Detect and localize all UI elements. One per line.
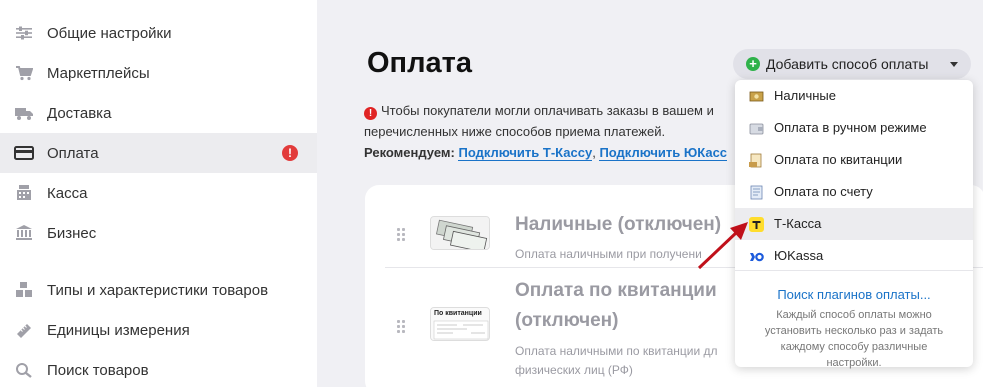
sidebar: Общие настройки Маркетплейсы Доставка Оп… — [0, 0, 317, 387]
recommend-separator: , — [592, 145, 596, 160]
payment-title: Наличные (отключен) — [515, 214, 722, 235]
recommend-label: Рекомендуем: — [364, 145, 455, 160]
dropdown-item-t-kassa[interactable]: Т-Касса — [735, 208, 973, 240]
dropdown-item-cash[interactable]: Наличные — [735, 80, 973, 112]
page-title: Оплата — [367, 47, 472, 79]
sliders-icon — [14, 24, 34, 42]
yookassa-icon — [749, 249, 764, 264]
sidebar-item-label: Поиск товаров — [47, 361, 149, 379]
dropdown-item-label: Оплата по квитанции — [774, 152, 903, 167]
dropdown-item-label: Оплата в ручном режиме — [774, 120, 927, 135]
sidebar-item-label: Типы и характеристики товаров — [47, 281, 269, 299]
dropdown-item-yookassa[interactable]: ЮKassa — [735, 240, 973, 272]
info-text: Чтобы покупатели могли оплачивать заказы… — [381, 103, 714, 118]
invoice-icon — [749, 185, 764, 200]
ruler-icon — [14, 321, 34, 339]
payment-method-dropdown: Наличные Оплата в ручном режиме Оплата п… — [735, 80, 973, 369]
cash-icon — [749, 89, 764, 104]
plus-icon: + — [746, 57, 760, 71]
dropdown-item-label: Наличные — [774, 88, 836, 103]
receipt-thumbnail: По квитанции — [430, 307, 490, 341]
info-notice: ! Чтобы покупатели могли оплачивать заказ… — [364, 100, 764, 163]
dropdown-note: Каждый способ оплаты можно установить не… — [764, 309, 944, 369]
cubes-icon — [14, 281, 34, 299]
receipt-icon — [749, 153, 764, 168]
dropdown-divider — [735, 270, 973, 271]
sidebar-item-label: Оплата — [47, 144, 99, 162]
dropdown-item-receipt[interactable]: Оплата по квитанции — [735, 144, 973, 176]
plugin-search-link[interactable]: Поиск плагинов оплаты... — [735, 287, 973, 302]
chevron-down-icon — [950, 62, 958, 67]
sidebar-item-label: Маркетплейсы — [47, 64, 150, 82]
credit-card-icon — [14, 144, 34, 162]
drag-handle-icon[interactable] — [397, 320, 407, 334]
sidebar-item-product-search[interactable]: Поиск товаров — [0, 350, 317, 387]
payment-description-line2: физических лиц (РФ) — [515, 363, 633, 377]
connect-yookassa-link[interactable]: Подключить ЮКасс — [599, 145, 728, 161]
sidebar-item-product-types[interactable]: Типы и характеристики товаров — [0, 270, 317, 310]
truck-icon — [14, 104, 34, 122]
payment-title-line1: Оплата по квитанции — [515, 280, 717, 301]
sidebar-item-label: Единицы измерения — [47, 321, 190, 339]
dropdown-item-label: Т-Касса — [774, 216, 822, 231]
add-payment-method-label: Добавить способ оплаты — [766, 56, 929, 72]
sidebar-item-general-settings[interactable]: Общие настройки — [0, 13, 317, 53]
add-payment-method-button[interactable]: + Добавить способ оплаты — [733, 49, 971, 79]
bank-icon — [14, 224, 34, 242]
info-text-2: перечисленных ниже способов приема плате… — [364, 124, 666, 139]
sidebar-item-label: Общие настройки — [47, 24, 172, 42]
receipt-thumb-label: По квитанции — [434, 310, 482, 317]
alert-badge: ! — [282, 145, 298, 161]
sidebar-item-units[interactable]: Единицы измерения — [0, 310, 317, 350]
cash-thumbnail — [430, 216, 490, 250]
cash-register-icon — [14, 184, 34, 202]
t-kassa-icon — [749, 217, 764, 232]
sidebar-item-label: Касса — [47, 184, 88, 202]
sidebar-item-marketplaces[interactable]: Маркетплейсы — [0, 53, 317, 93]
dropdown-item-label: ЮKassa — [774, 248, 824, 263]
sidebar-item-label: Доставка — [47, 104, 112, 122]
sidebar-item-payment[interactable]: Оплата ! — [0, 133, 317, 173]
sidebar-item-business[interactable]: Бизнес — [0, 213, 317, 253]
dropdown-item-label: Оплата по счету — [774, 184, 873, 199]
search-icon — [14, 361, 34, 379]
payment-description: Оплата наличными при получени — [515, 247, 702, 261]
drag-handle-icon[interactable] — [397, 228, 407, 242]
payment-title-line2: (отключен) — [515, 310, 619, 331]
dropdown-item-manual[interactable]: Оплата в ручном режиме — [735, 112, 973, 144]
payment-description-line1: Оплата наличными по квитанции дл — [515, 344, 718, 358]
connect-t-kassa-link[interactable]: Подключить Т-Кассу — [458, 145, 593, 161]
wallet-icon — [749, 121, 764, 136]
dropdown-item-invoice[interactable]: Оплата по счету — [735, 176, 973, 208]
sidebar-item-cash-register[interactable]: Касса — [0, 173, 317, 213]
sidebar-item-label: Бизнес — [47, 224, 97, 242]
error-icon: ! — [364, 107, 377, 120]
cart-icon — [14, 64, 34, 82]
sidebar-item-delivery[interactable]: Доставка — [0, 93, 317, 133]
